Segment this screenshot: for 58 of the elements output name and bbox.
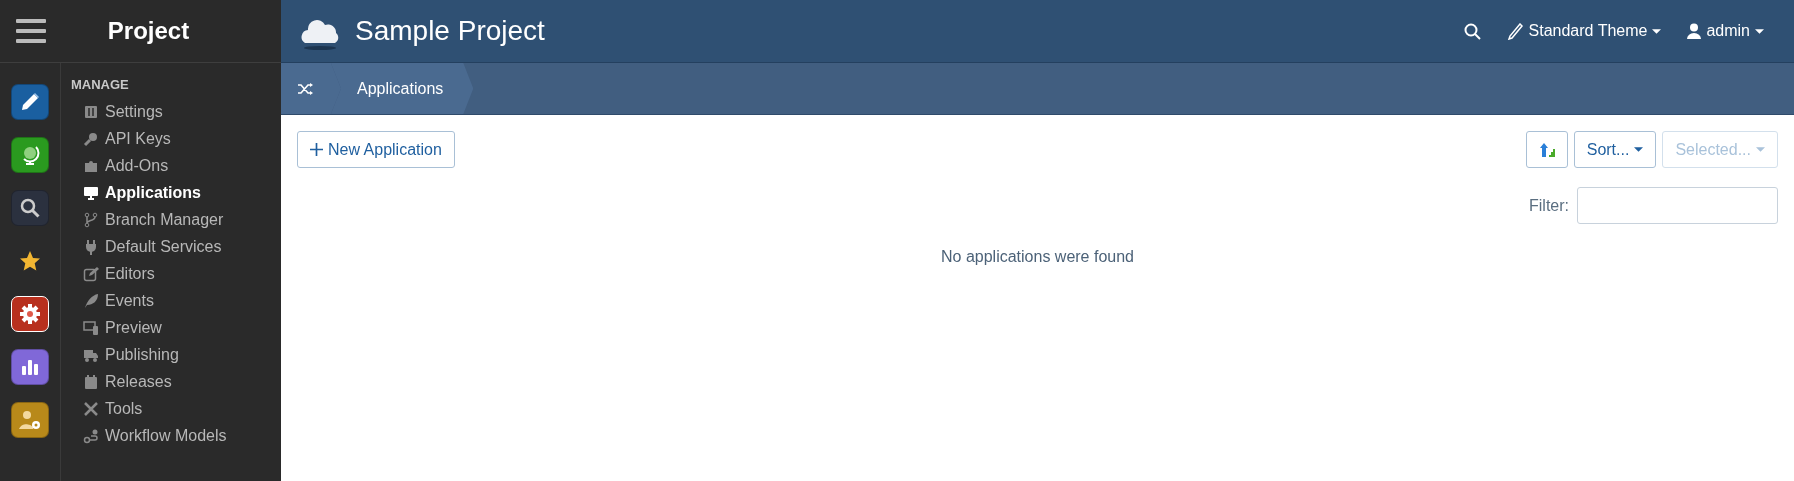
filter-field[interactable] xyxy=(1577,187,1778,224)
sidebar-item[interactable]: Workflow Models xyxy=(71,422,227,449)
sidebar-item[interactable]: Branch Manager xyxy=(71,206,227,233)
user-menu[interactable]: admin xyxy=(1687,22,1764,40)
pencil-tile[interactable] xyxy=(11,84,49,120)
search-tile[interactable] xyxy=(11,190,49,226)
feather-icon xyxy=(83,292,99,309)
sidebar-title: Project xyxy=(106,17,191,45)
sliders-icon xyxy=(83,103,99,120)
new-application-button[interactable]: New Application xyxy=(297,131,455,168)
gear-icon xyxy=(18,302,42,326)
bar-chart-tile[interactable] xyxy=(11,349,49,385)
user-gear-tile[interactable] xyxy=(11,402,49,438)
sidebar-item[interactable]: Publishing xyxy=(71,341,227,368)
sidebar-item[interactable]: Editors xyxy=(71,260,227,287)
sidebar-item[interactable]: Add-Ons xyxy=(71,152,227,179)
search-icon[interactable] xyxy=(1463,22,1481,40)
sort-ascending-icon xyxy=(1538,141,1555,158)
empty-message: No applications were found xyxy=(940,248,1135,266)
monitor-icon xyxy=(83,184,99,201)
devices-icon xyxy=(83,319,99,336)
tools-icon xyxy=(83,400,99,417)
user-gear-icon xyxy=(18,408,42,432)
star-icon xyxy=(18,249,42,273)
brush-icon xyxy=(1506,22,1524,40)
key-icon xyxy=(83,130,99,147)
shuffle-icon xyxy=(297,80,313,97)
filter-label: Filter: xyxy=(1529,196,1569,215)
calendar-icon xyxy=(83,373,99,390)
workflow-icon xyxy=(83,427,99,444)
theme-menu[interactable]: Standard Theme xyxy=(1506,22,1662,40)
caret-icon xyxy=(1756,147,1765,152)
caret-icon xyxy=(1755,28,1764,34)
sidebar-item[interactable]: Releases xyxy=(71,368,227,395)
globe-tile[interactable] xyxy=(11,137,49,173)
breadcrumb-item[interactable]: Applications xyxy=(331,63,474,114)
sort-button[interactable]: Sort... xyxy=(1573,131,1657,168)
sidebar-item[interactable]: Settings xyxy=(71,98,227,125)
gear-tile[interactable] xyxy=(11,296,49,332)
sort-order-button[interactable] xyxy=(1525,131,1568,168)
edit-icon xyxy=(83,265,99,282)
sidebar-item[interactable]: Preview xyxy=(71,314,227,341)
section-heading: MANAGE xyxy=(71,77,130,92)
sidebar-item[interactable]: API Keys xyxy=(71,125,227,152)
caret-icon xyxy=(1652,28,1662,34)
plug-icon xyxy=(83,238,99,255)
sidebar-item[interactable]: Events xyxy=(71,287,227,314)
caret-icon xyxy=(1634,147,1644,152)
sidebar-item[interactable]: Default Services xyxy=(71,233,227,260)
plus-icon xyxy=(310,143,323,156)
menu-icon[interactable] xyxy=(16,19,46,43)
breadcrumb-home[interactable] xyxy=(281,63,341,114)
branch-icon xyxy=(83,211,99,228)
project-title: Sample Project xyxy=(355,15,546,47)
sidebar-item[interactable]: Applications xyxy=(71,179,227,206)
sidebar-item[interactable]: Tools xyxy=(71,395,227,422)
user-icon xyxy=(1687,23,1702,39)
search-icon xyxy=(18,196,42,220)
